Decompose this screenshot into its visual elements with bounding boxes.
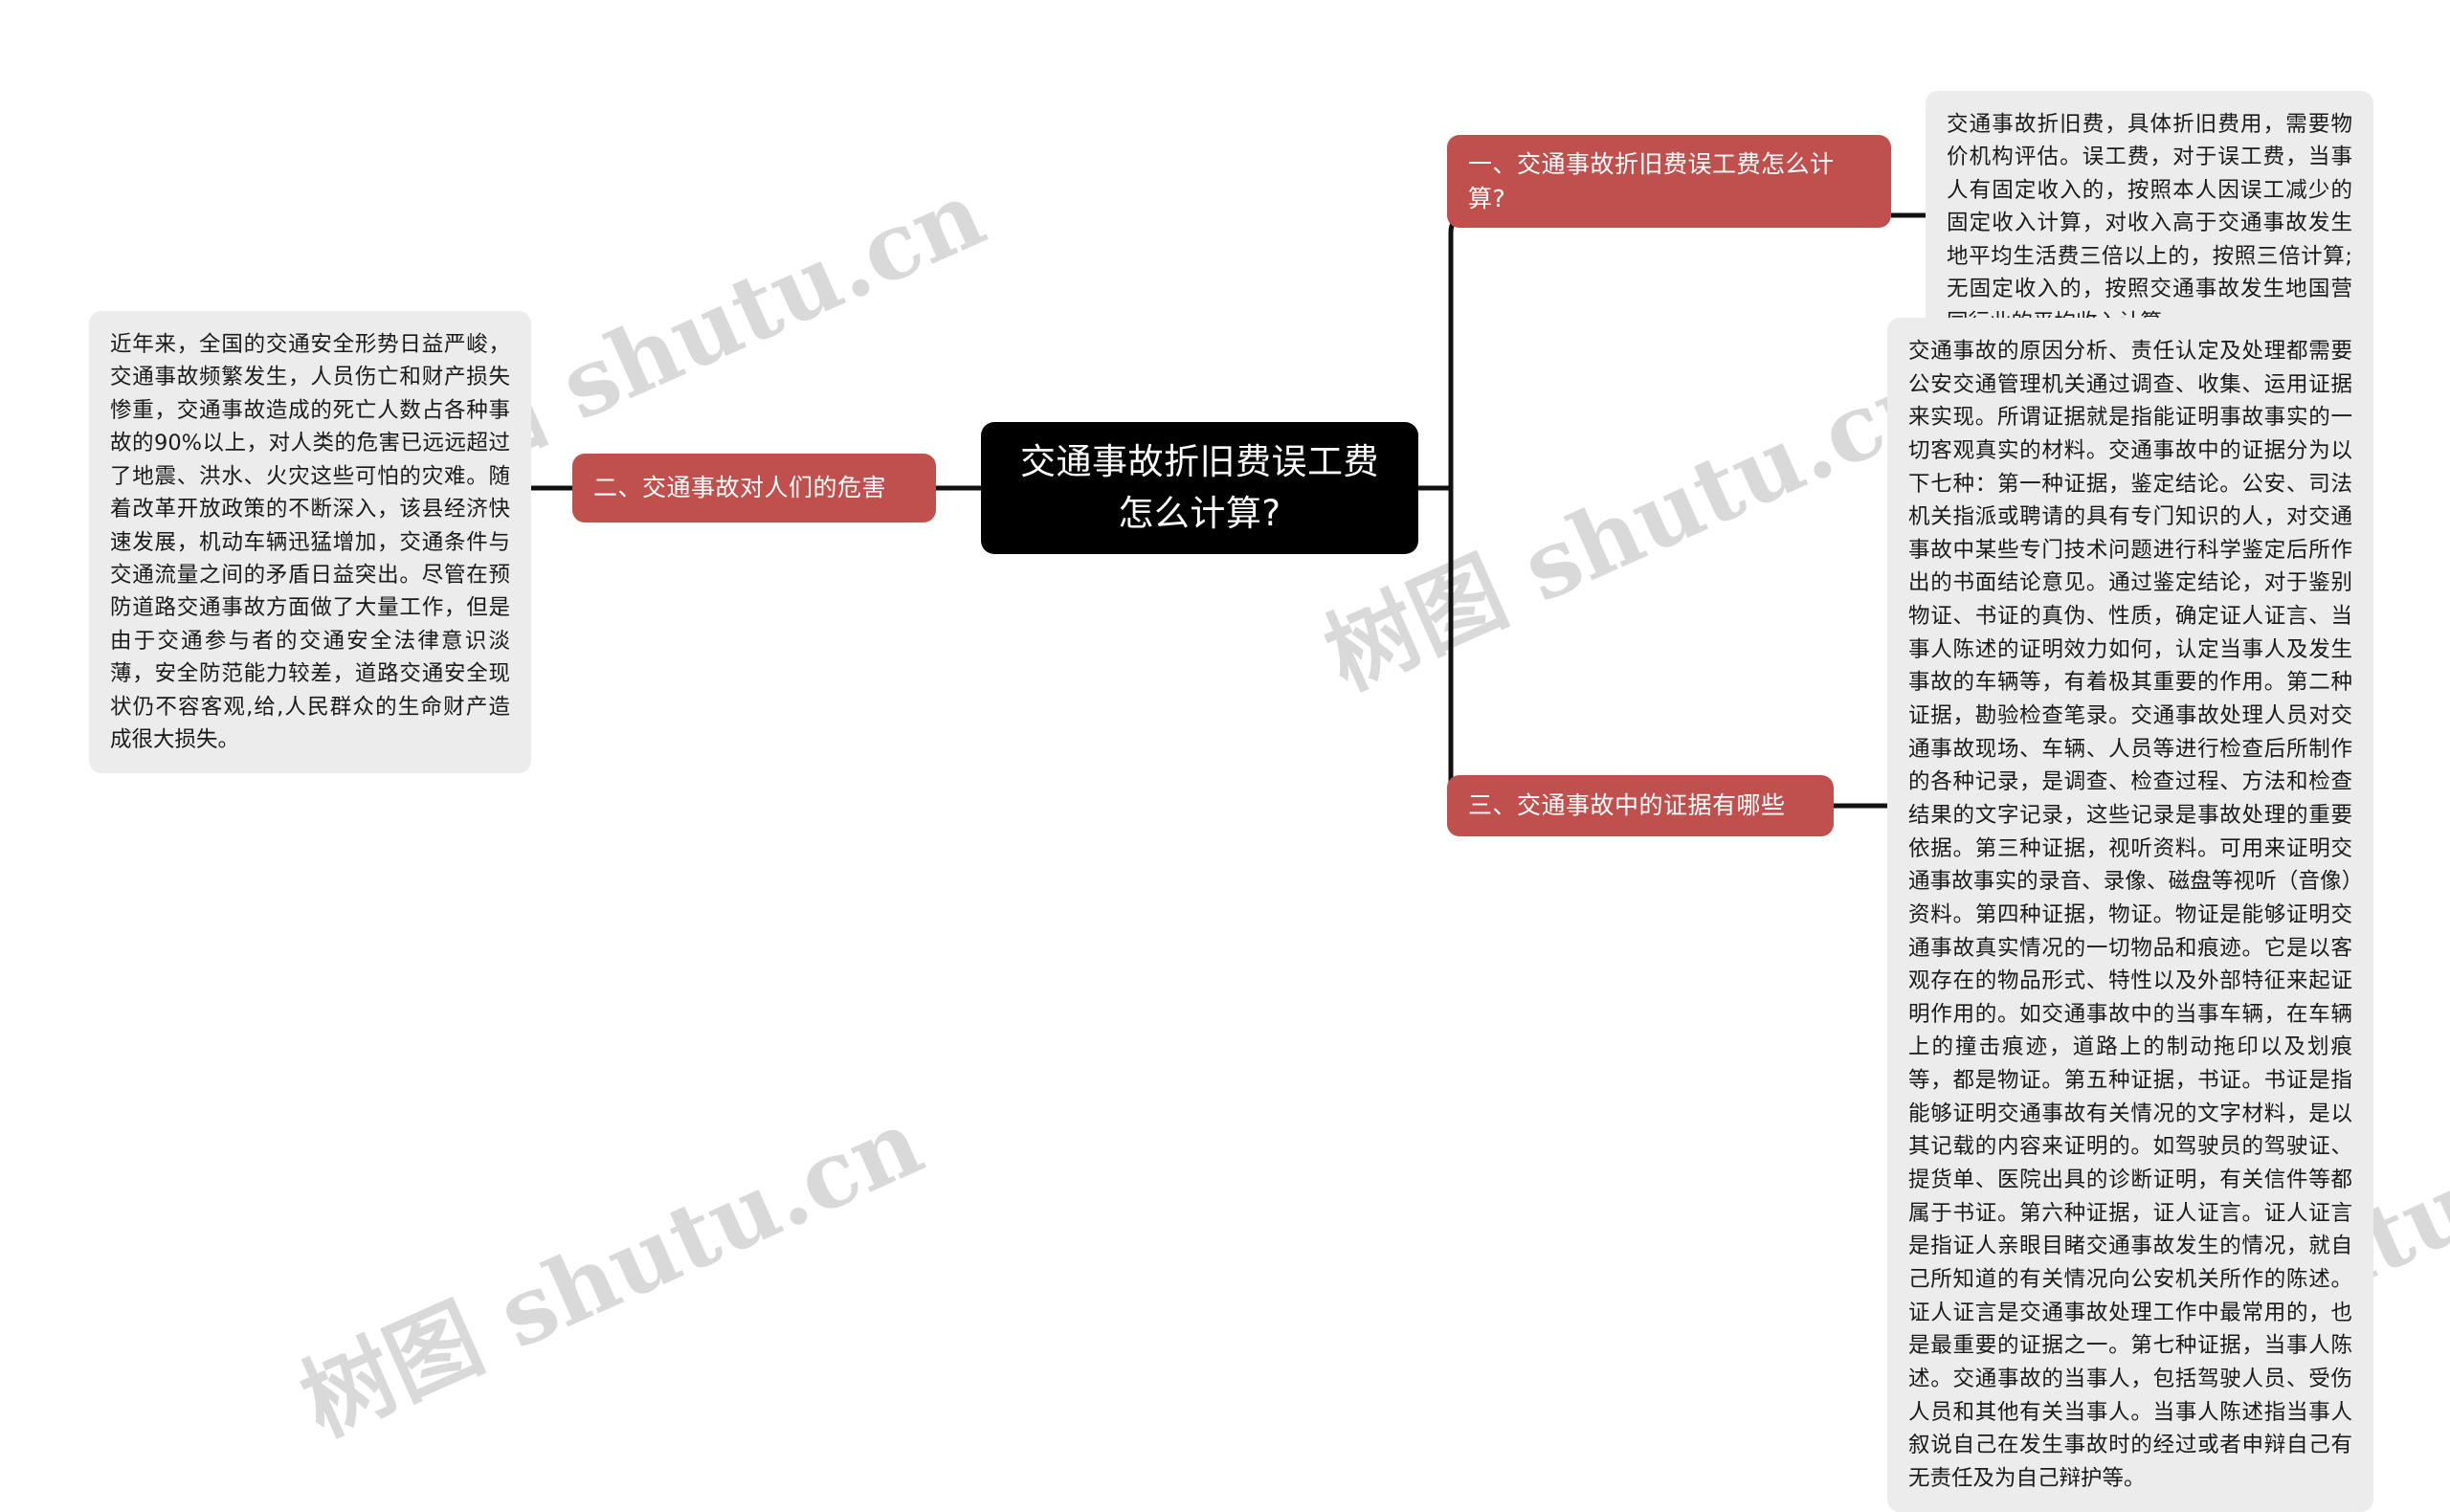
connector-spine-branch-1 bbox=[1448, 212, 1489, 490]
branch-node-1[interactable]: 一、交通事故折旧费误工费怎么计算? bbox=[1447, 135, 1891, 228]
branch-node-2[interactable]: 二、交通事故对人们的危害 bbox=[572, 454, 936, 523]
note-branch-2: 近年来，全国的交通安全形势日益严峻，交通事故频繁发生，人员伤亡和财产损失惨重，交… bbox=[89, 311, 531, 774]
mindmap-canvas: 树图 shutu.cn 树图 shutu.cn 树图 shutu.cn 树图 s… bbox=[0, 0, 2450, 1512]
note-branch-3: 交通事故的原因分析、责任认定及处理都需要公安交通管理机关通过调查、收集、运用证据… bbox=[1887, 318, 2373, 1512]
note-branch-1: 交通事故折旧费，具体折旧费用，需要物价机构评估。误工费，对于误工费，当事人有固定… bbox=[1926, 91, 2373, 356]
branch-node-3[interactable]: 三、交通事故中的证据有哪些 bbox=[1447, 775, 1834, 836]
watermark-bottom-left: 树图 shutu.cn bbox=[285, 1087, 938, 1457]
root-node[interactable]: 交通事故折旧费误工费怎么计算? bbox=[981, 422, 1418, 554]
